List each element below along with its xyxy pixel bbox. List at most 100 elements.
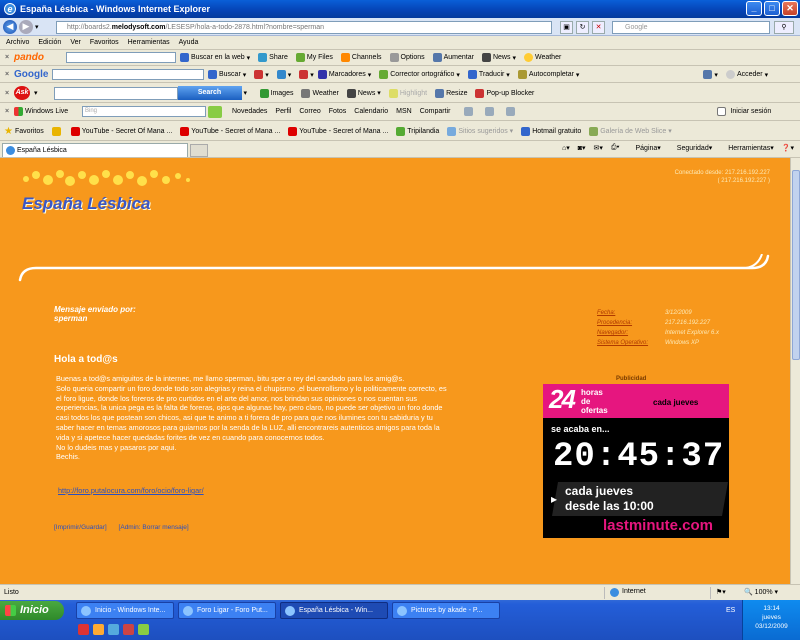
help-icon[interactable]: ❓▾ — [782, 144, 794, 152]
menu-archivo[interactable]: Archivo — [6, 39, 29, 46]
pando-options[interactable]: Options — [389, 53, 425, 62]
menu-herramientas[interactable]: Herramientas — [128, 39, 170, 46]
refresh-icon[interactable]: ↻ — [576, 21, 589, 34]
ask-search-dropdown-icon[interactable]: ▾ — [244, 89, 254, 97]
menu-favoritos[interactable]: Favoritos — [90, 39, 119, 46]
pando-myfiles[interactable]: My Files — [295, 53, 333, 62]
task-inicio-ie[interactable]: Inicio - Windows Inte... — [76, 602, 174, 619]
quicklaunch-icon[interactable] — [108, 624, 119, 635]
menu-edicion[interactable]: Edición — [38, 39, 61, 46]
print-icon[interactable]: ⎙▾ — [611, 144, 620, 152]
ask-search-button[interactable]: Search — [177, 86, 242, 100]
page-menu[interactable]: Página▾ — [627, 144, 660, 152]
live-calendario[interactable]: Calendario — [354, 108, 388, 115]
feeds-icon[interactable]: ◙▾ — [578, 144, 586, 152]
edit-icon[interactable] — [464, 107, 474, 116]
messenger-icon[interactable] — [485, 107, 495, 116]
close-toolbar-icon[interactable]: × — [0, 90, 14, 97]
live-perfil[interactable]: Perfil — [275, 108, 291, 115]
fav-webslice[interactable]: Galería de Web Slice ▾ — [589, 126, 672, 136]
live-compartir[interactable]: Compartir — [420, 108, 451, 115]
ask-images[interactable]: Images — [259, 88, 293, 98]
live-novedades[interactable]: Novedades — [232, 108, 267, 115]
pando-search-input[interactable] — [66, 52, 176, 63]
ask-search-input[interactable] — [53, 86, 178, 100]
ask-news[interactable]: News ▾ — [346, 88, 381, 98]
ask-resize[interactable]: Resize — [435, 88, 467, 98]
live-fotos[interactable]: Fotos — [329, 108, 347, 115]
home-icon[interactable]: ⌂▾ — [562, 144, 570, 152]
google-search-input[interactable] — [52, 69, 204, 80]
close-toolbar-icon[interactable]: × — [0, 108, 14, 115]
google-tools[interactable]: ▾ — [254, 70, 269, 79]
security-menu[interactable]: Seguridad▾ — [669, 144, 712, 152]
print-save-link[interactable]: [Imprimir/Guardar] — [54, 524, 107, 531]
stop-icon[interactable]: ✕ — [592, 21, 605, 34]
maximize-button[interactable]: □ — [764, 1, 780, 16]
live-signin[interactable]: Iniciar sesión — [717, 107, 771, 116]
close-button[interactable]: ✕ — [782, 1, 798, 16]
close-toolbar-icon[interactable]: × — [0, 54, 14, 61]
task-foro-ligar[interactable]: Foro Ligar - Foro Put... — [178, 602, 276, 619]
pando-aumentar[interactable]: Aumentar — [432, 53, 474, 62]
quicklaunch-icon[interactable] — [138, 624, 149, 635]
ask-highlight[interactable]: Highlight — [388, 88, 427, 98]
quicklaunch-icon[interactable] — [78, 624, 89, 635]
gear-icon[interactable] — [506, 107, 516, 116]
search-icon[interactable] — [208, 105, 222, 118]
google-settings[interactable]: ▾ — [703, 70, 718, 79]
menu-ver[interactable]: Ver — [70, 39, 81, 46]
fav-hotmail[interactable]: Hotmail gratuito — [521, 126, 581, 136]
tools-menu[interactable]: Herramientas▾ — [720, 144, 774, 152]
google-search-button[interactable]: Buscar ▾ — [208, 70, 246, 79]
menu-ayuda[interactable]: Ayuda — [179, 39, 199, 46]
google-signin[interactable]: Acceder ▾ — [725, 70, 768, 79]
fav-youtube-1[interactable]: YouTube - Secret Of Mana ... — [70, 126, 172, 136]
fav-tripilandia[interactable]: Tripilandia — [396, 126, 439, 136]
live-correo[interactable]: Correo — [299, 108, 320, 115]
pando-channels[interactable]: Channels — [340, 53, 382, 62]
pando-weather[interactable]: Weather — [523, 53, 561, 62]
system-tray-clock[interactable]: 13:14 jueves 03/12/2009 — [742, 600, 800, 640]
history-dropdown-icon[interactable]: ▾ — [35, 23, 39, 31]
pando-news[interactable]: News ▾ — [481, 53, 516, 62]
add-favorite-icon[interactable] — [51, 126, 63, 136]
task-pictures[interactable]: Pictures by akade - P... — [392, 602, 500, 619]
tab-espana-lesbica[interactable]: España Lésbica — [2, 143, 188, 157]
start-button[interactable]: Inicio — [0, 601, 64, 620]
meta-key[interactable]: Fecha: — [597, 308, 665, 318]
address-input[interactable]: http://boards2.melodysoft.com/LESESP/hol… — [56, 21, 552, 34]
forward-button[interactable]: ▶ — [19, 19, 33, 34]
scrollbar-thumb[interactable] — [792, 170, 800, 360]
back-button[interactable]: ◀ — [3, 19, 17, 34]
search-input[interactable]: Google — [612, 21, 770, 34]
fav-youtube-3[interactable]: YouTube - Secret of Mana ... — [288, 126, 388, 136]
zoom-control[interactable]: 🔍 100% ▾ — [744, 588, 778, 596]
meta-key[interactable]: Procedencia: — [597, 318, 665, 328]
minimize-button[interactable]: _ — [746, 1, 762, 16]
bing-search-input[interactable]: Bing — [82, 106, 206, 117]
language-indicator[interactable]: ES — [726, 607, 735, 614]
favorites-button[interactable]: ★ Favoritos — [4, 126, 44, 137]
fav-youtube-2[interactable]: YouTube - Secret of Mana ... — [180, 126, 280, 136]
lastminute-ad-banner[interactable]: 24 horas de ofertas cada jueves se acaba e… — [543, 384, 729, 538]
live-msn[interactable]: MSN — [396, 108, 412, 115]
delete-message-link[interactable]: [Admin: Borrar mensaje] — [119, 524, 189, 531]
ask-dropdown-icon[interactable]: ▾ — [34, 89, 38, 97]
ask-weather[interactable]: Weather — [301, 88, 339, 98]
meta-key[interactable]: Navegador: — [597, 328, 665, 338]
quicklaunch-icon[interactable] — [123, 624, 134, 635]
compat-view-icon[interactable]: ▣ — [560, 21, 573, 34]
forum-link[interactable]: http://foro.putalocura.com/foro/ocio/for… — [58, 486, 204, 495]
close-toolbar-icon[interactable]: × — [0, 71, 14, 78]
new-tab-button[interactable] — [190, 144, 208, 157]
search-go-icon[interactable]: ⚲ — [774, 21, 794, 34]
fav-suggested[interactable]: Sitios sugeridos ▾ — [447, 126, 513, 136]
pando-share[interactable]: Share — [258, 53, 288, 62]
google-plus[interactable]: ▾ — [276, 70, 291, 79]
google-autofill[interactable]: Autocompletar ▾ — [517, 70, 579, 79]
google-spellcheck[interactable]: Corrector ortográfico ▾ — [379, 70, 460, 79]
pando-search-button[interactable]: Buscar en la web ▾ — [180, 53, 250, 62]
quicklaunch-icon[interactable] — [93, 624, 104, 635]
google-bookmarks[interactable]: ▾ Marcadores ▾ — [299, 70, 371, 79]
